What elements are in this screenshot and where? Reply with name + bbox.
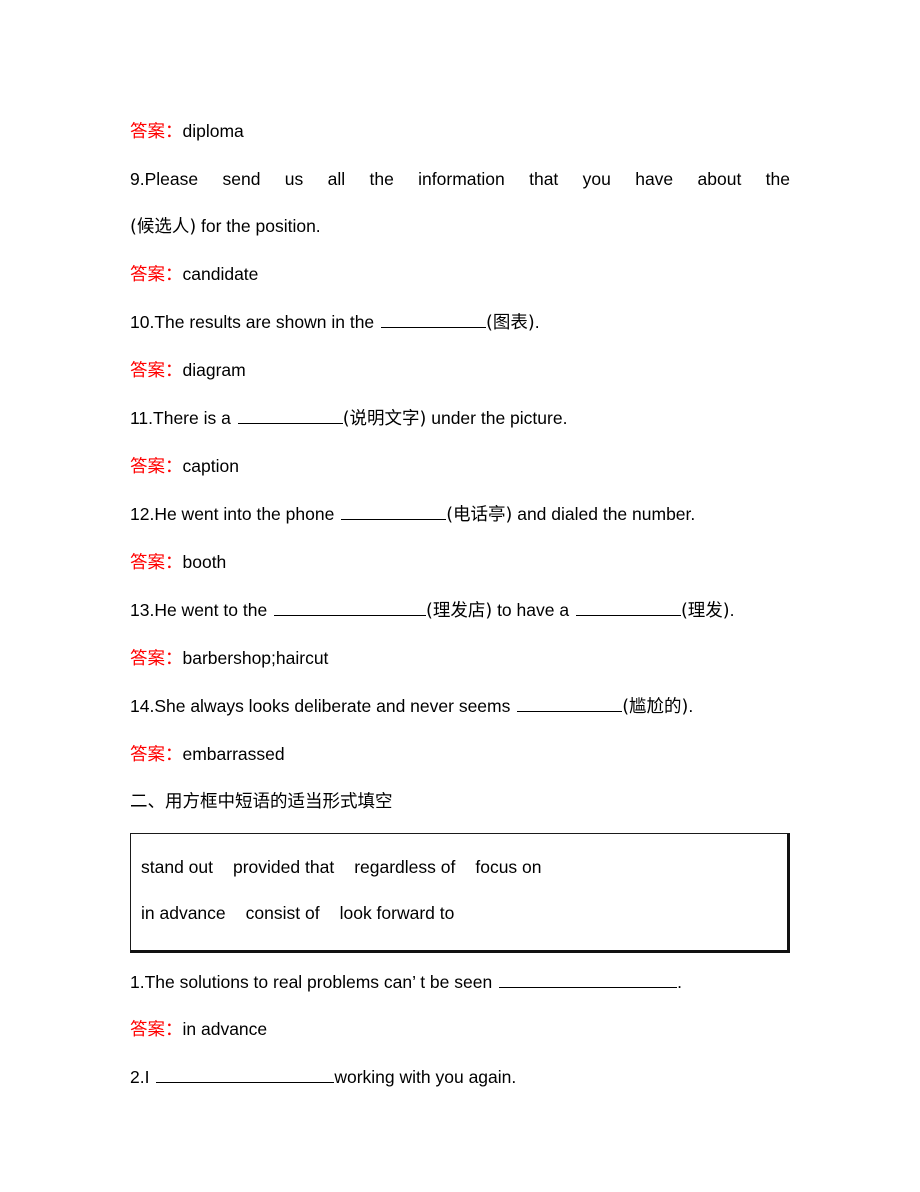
phrase-word-box: stand out provided that regardless of focus… bbox=[130, 833, 790, 953]
question-11-number: 11. bbox=[130, 408, 154, 428]
question-9-line-1: 9.Please send us all the information tha… bbox=[130, 156, 790, 203]
answer-line-diagram: 答案：diagram bbox=[130, 347, 790, 395]
question-12-suffix: and dialed the number. bbox=[512, 504, 696, 524]
answer-label: 答案 bbox=[130, 361, 165, 381]
answer-separator: ： bbox=[165, 265, 183, 285]
phrase-in-advance[interactable]: in advance bbox=[141, 903, 226, 923]
question-11-prefix: There is a bbox=[153, 408, 236, 428]
phrase-question-1-suffix: . bbox=[677, 972, 682, 992]
answer-value: candidate bbox=[182, 264, 259, 284]
question-10-prefix: The results are shown in the bbox=[154, 312, 380, 332]
question-11-hint: (说明文字) bbox=[342, 409, 427, 429]
phrase-consist-of[interactable]: consist of bbox=[246, 903, 320, 923]
phrase-look-forward-to[interactable]: look forward to bbox=[340, 903, 455, 923]
answer-blank[interactable] bbox=[341, 504, 447, 520]
page-content: 答案：diploma 9.Please send us all the info… bbox=[130, 108, 790, 1101]
answer-value: in advance bbox=[182, 1019, 268, 1039]
answer-label: 答案 bbox=[130, 1020, 165, 1040]
answer-value: diploma bbox=[182, 121, 244, 141]
question-13: 13.He went to the (理发店) to have a (理发). bbox=[130, 587, 790, 635]
phrase-question-1-prefix: The solutions to real problems can’ t be… bbox=[144, 972, 498, 992]
phrase-focus-on[interactable]: focus on bbox=[475, 857, 541, 877]
question-14: 14.She always looks deliberate and never… bbox=[130, 683, 790, 731]
answer-line-caption: 答案：caption bbox=[130, 443, 790, 491]
answer-label: 答案 bbox=[130, 649, 165, 669]
question-13-hint-1: (理发店) bbox=[426, 601, 493, 621]
question-13-hint-2: (理发) bbox=[680, 601, 730, 621]
phrase-provided-that[interactable]: provided that bbox=[233, 857, 334, 877]
question-10-number: 10. bbox=[130, 312, 155, 332]
answer-value: embarrassed bbox=[182, 744, 285, 764]
answer-label: 答案 bbox=[130, 553, 165, 573]
answer-blank[interactable] bbox=[237, 408, 343, 424]
question-12: 12.He went into the phone (电话亭) and dial… bbox=[130, 491, 790, 539]
phrase-question-2-prefix: I bbox=[144, 1067, 155, 1087]
word-box-row-1: stand out provided that regardless of focus… bbox=[141, 844, 777, 890]
answer-blank[interactable] bbox=[274, 600, 427, 616]
question-9-suffix: for the position. bbox=[196, 216, 321, 236]
section-heading-phrases: 二、用方框中短语的适当形式填空 bbox=[130, 792, 393, 812]
question-12-prefix: He went into the phone bbox=[154, 504, 340, 524]
question-14-hint: (尴尬的) bbox=[622, 697, 689, 717]
answer-blank[interactable] bbox=[381, 312, 487, 328]
question-10-hint: (图表) bbox=[486, 313, 535, 333]
answer-line-barbershop-haircut: 答案：barbershop;haircut bbox=[130, 635, 790, 683]
answer-separator: ： bbox=[165, 122, 183, 142]
question-14-prefix: She always looks deliberate and never se… bbox=[154, 696, 516, 716]
phrase-question-2-number: 2. bbox=[130, 1067, 145, 1087]
worksheet-page: 答案：diploma 9.Please send us all the info… bbox=[0, 0, 920, 1192]
answer-value: diagram bbox=[182, 360, 246, 380]
question-11-suffix: under the picture. bbox=[426, 408, 568, 428]
question-14-number: 14. bbox=[130, 696, 155, 716]
answer-blank[interactable] bbox=[156, 1067, 335, 1083]
answer-separator: ： bbox=[165, 1020, 183, 1040]
answer-blank[interactable] bbox=[517, 696, 623, 712]
answer-line-in-advance: 答案：in advance bbox=[130, 1006, 790, 1054]
answer-line-diploma: 答案：diploma bbox=[130, 108, 790, 156]
question-9-text: Please send us all the information that … bbox=[144, 169, 790, 189]
answer-line-booth: 答案：booth bbox=[130, 539, 790, 587]
question-12-hint: (电话亭) bbox=[446, 505, 513, 525]
question-9-hint: (候选人) bbox=[130, 217, 197, 237]
answer-separator: ： bbox=[165, 361, 183, 381]
question-11: 11.There is a (说明文字) under the picture. bbox=[130, 395, 790, 443]
phrase-question-1-number: 1. bbox=[130, 972, 145, 992]
phrase-regardless-of[interactable]: regardless of bbox=[354, 857, 455, 877]
question-14-suffix: . bbox=[688, 696, 694, 716]
answer-separator: ： bbox=[165, 457, 183, 477]
answer-label: 答案 bbox=[130, 265, 165, 285]
question-10-suffix: . bbox=[534, 312, 540, 332]
answer-separator: ： bbox=[165, 553, 183, 573]
question-13-suffix: . bbox=[729, 600, 735, 620]
question-13-prefix: He went to the bbox=[154, 600, 273, 620]
answer-value: barbershop;haircut bbox=[182, 648, 329, 668]
word-box-row-2: in advance consist of look forward to bbox=[141, 890, 777, 936]
answer-blank[interactable] bbox=[499, 972, 678, 988]
phrase-question-2: 2.I working with you again. bbox=[130, 1054, 790, 1101]
question-12-number: 12. bbox=[130, 504, 155, 524]
question-13-number: 13. bbox=[130, 600, 155, 620]
answer-label: 答案 bbox=[130, 122, 165, 142]
answer-line-candidate: 答案：candidate bbox=[130, 251, 790, 299]
question-13-middle: to have a bbox=[492, 600, 574, 620]
phrase-question-1: 1.The solutions to real problems can’ t … bbox=[130, 959, 790, 1006]
question-9-number: 9. bbox=[130, 169, 145, 189]
phrase-question-2-suffix: working with you again. bbox=[334, 1067, 517, 1087]
question-9-line-2: (候选人) for the position. bbox=[130, 203, 790, 251]
answer-separator: ： bbox=[165, 745, 183, 765]
question-10: 10.The results are shown in the (图表). bbox=[130, 299, 790, 347]
phrase-stand-out[interactable]: stand out bbox=[141, 857, 213, 877]
answer-label: 答案 bbox=[130, 745, 165, 765]
answer-value: booth bbox=[182, 552, 227, 572]
answer-label: 答案 bbox=[130, 457, 165, 477]
answer-blank[interactable] bbox=[575, 600, 681, 616]
answer-line-embarrassed: 答案：embarrassed bbox=[130, 731, 790, 779]
answer-separator: ： bbox=[165, 649, 183, 669]
answer-value: caption bbox=[182, 456, 239, 476]
